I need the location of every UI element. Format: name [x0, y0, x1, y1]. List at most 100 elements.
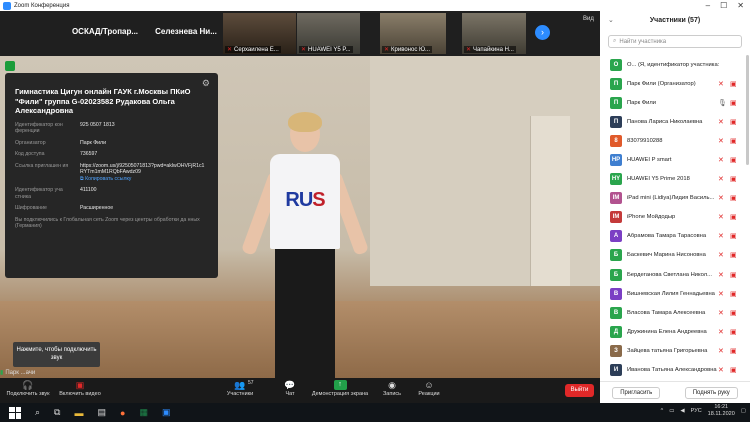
participants-count: 57	[248, 380, 254, 386]
leave-meeting-button[interactable]: Выйти	[565, 384, 594, 397]
strip-tile[interactable]: ✕ Кривонос Ю...	[380, 13, 446, 54]
avatar: HY	[610, 173, 622, 186]
participant-row[interactable]: П Парк Фили (Организатор) ✕ ▣	[600, 74, 745, 93]
strip-tile[interactable]: ✕ Серхаилена Е...	[223, 13, 296, 54]
muted-mic-icon: ✕	[718, 271, 724, 279]
video-off-icon: ▣	[75, 380, 85, 390]
zoom-taskbar-icon[interactable]: ▣	[162, 407, 171, 418]
firefox-icon[interactable]: ●	[120, 408, 125, 418]
avatar: П	[610, 96, 622, 109]
participant-row[interactable]: 8 83079910288 ✕ ▣	[600, 131, 745, 150]
meeting-info-popup: ⚙ Гимнастика Цигун онлайн ГАУК г.Москвы …	[5, 73, 218, 278]
avatar: А	[610, 230, 622, 243]
participants-panel: ⌄ Участники (57) ⌕ Найти участника О О... (…	[600, 11, 750, 403]
participant-search-input[interactable]: ⌕ Найти участника	[608, 35, 742, 48]
chevron-up-icon[interactable]: ^	[661, 408, 664, 414]
explorer-icon[interactable]: ▬	[74, 408, 83, 418]
tile-name: ✕ Серхаилена Е...	[225, 46, 281, 53]
next-page-button[interactable]: ›	[535, 25, 550, 40]
video-off-icon: ▣	[730, 347, 737, 355]
participant-name: Вишневская Лилия Геннадьевна	[627, 290, 715, 297]
participant-row[interactable]: Д Дружинина Елена Андреевна ✕ ▣	[600, 322, 745, 341]
participant-row[interactable]: В Власова Тамара Алексеевна ✕ ▣	[600, 303, 745, 322]
minimize-icon[interactable]: –	[706, 1, 710, 10]
video-off-icon: ▣	[730, 271, 737, 279]
participant-row[interactable]: А Абрамова Тамара Тарасовна ✕ ▣	[600, 227, 745, 246]
chat-button[interactable]: 💬 Чат	[280, 380, 300, 397]
panel-footer: Пригласить Поднять руку	[600, 381, 750, 403]
video-off-icon: ▣	[730, 137, 737, 145]
chat-icon: 💬	[284, 380, 296, 390]
zoom-logo-icon	[3, 1, 11, 10]
avatar: П	[610, 77, 622, 90]
strip-tile[interactable]: ✕ Чапайкина Н...	[462, 13, 526, 54]
record-button[interactable]: ◉ Запись	[380, 380, 404, 397]
speaker-person: RUS	[240, 112, 370, 379]
strip-tile[interactable]: ОСКАД/Тропар...	[60, 13, 150, 54]
participant-row[interactable]: Б Баскевич Марина Нисоновна ✕ ▣	[600, 246, 745, 265]
muted-mic-icon: ✕	[718, 347, 724, 355]
participant-row[interactable]: Б Бердеганова Светлана Никол... ✕ ▣	[600, 265, 745, 284]
muted-mic-icon: ✕	[227, 47, 233, 53]
video-off-icon: ▣	[730, 99, 737, 107]
participant-name: Абрамова Тамара Тарасовна	[627, 233, 707, 240]
language-indicator[interactable]: РУС	[691, 408, 702, 414]
view-menu[interactable]: Вид	[583, 16, 594, 22]
store-icon[interactable]: ▤	[97, 407, 106, 418]
gear-icon[interactable]: ⚙	[202, 78, 210, 89]
participant-name: Иванова Татьяна Александровна	[627, 367, 717, 374]
maximize-icon[interactable]: ☐	[720, 1, 727, 10]
strip-tile[interactable]: Селезнева Ни...	[150, 13, 222, 54]
copy-link-button[interactable]: ⧉ Копировать ссылку	[80, 176, 131, 182]
muted-mic-icon: ✕	[718, 118, 724, 126]
close-icon[interactable]: ✕	[737, 1, 744, 10]
chevron-down-icon[interactable]: ⌄	[608, 11, 614, 31]
volume-icon[interactable]: ◀	[680, 408, 684, 414]
signal-icon: ▮	[0, 370, 4, 376]
meeting-topic: Гимнастика Цигун онлайн ГАУК г.Москвы ПК…	[15, 87, 191, 115]
participant-row[interactable]: П Парк Фили 🎙 ▣	[600, 93, 745, 112]
join-audio-button[interactable]: 🎧 Подключить звук	[4, 380, 52, 397]
windows-start-icon[interactable]	[9, 406, 21, 419]
participant-row[interactable]: HP HUAWEI P smart ✕ ▣	[600, 150, 745, 169]
notifications-icon[interactable]: ▢	[741, 408, 746, 414]
task-view-icon[interactable]: ⧉	[54, 407, 60, 418]
participant-row[interactable]: В Вишневская Лилия Геннадьевна ✕ ▣	[600, 284, 745, 303]
participant-row[interactable]: IM iPad mini (Lidiya)Лидия Василь... ✕ ▣	[600, 189, 745, 208]
video-strip: ОСКАД/Тропар... Селезнева Ни... ✕ Серхаил…	[0, 11, 600, 56]
avatar: О	[610, 58, 622, 71]
muted-mic-icon: ✕	[718, 176, 724, 184]
invite-link-row: Ссылка приглашен ия https://zoom.us/j/92…	[15, 163, 208, 183]
panel-scrollbar[interactable]	[746, 55, 749, 165]
participant-row[interactable]: IM iPhone Мойдодыр ✕ ▣	[600, 208, 745, 227]
video-off-icon: ▣	[730, 176, 737, 184]
participant-row[interactable]: П Панова Лариса Николаевна ✕ ▣	[600, 112, 745, 131]
muted-mic-icon: ✕	[718, 367, 724, 375]
strip-tile[interactable]: ✕ HUAWEI Y5 P...	[297, 13, 360, 54]
network-icon[interactable]: ▭	[669, 408, 674, 414]
raise-hand-button[interactable]: Поднять руку	[684, 386, 738, 399]
muted-mic-icon: ✕	[466, 47, 472, 53]
share-screen-button[interactable]: ↑ Демонстрация экрана	[309, 380, 371, 397]
start-video-button[interactable]: ▣ Включить видео	[55, 380, 105, 397]
record-icon: ◉	[388, 380, 396, 390]
invite-button[interactable]: Пригласить	[612, 386, 661, 399]
participants-button[interactable]: 👥 57 Участники	[222, 380, 258, 397]
invite-link[interactable]: https://zoom.us/j/92505071813?pwd=aklwOH…	[80, 163, 208, 176]
encryption-shield-icon[interactable]	[5, 61, 15, 71]
clock[interactable]: 16:21 18.11.2020	[708, 404, 735, 418]
participant-row[interactable]: И Иванова Татьяна Александровна ✕ ▣	[600, 361, 745, 380]
participant-row[interactable]: З Зайцева татьяна Григорьевна ✕ ▣	[600, 341, 745, 360]
shirt: RUS	[270, 154, 340, 249]
participant-name: HUAWEI Y5 Prime 2018	[627, 176, 690, 183]
reactions-icon: ☺	[424, 380, 434, 390]
participant-row[interactable]: HY HUAWEI Y5 Prime 2018 ✕ ▣	[600, 170, 745, 189]
excel-icon[interactable]: ▦	[139, 407, 148, 418]
participant-name: Парк Фили	[627, 99, 657, 106]
search-icon[interactable]: ⌕	[35, 407, 40, 418]
participant-row[interactable]: О О... (Я, идентификатор участника: 41110…	[600, 55, 745, 74]
tile-name: ✕ HUAWEI Y5 P...	[299, 46, 353, 53]
video-off-icon: ▣	[730, 118, 737, 126]
reactions-button[interactable]: ☺ Реакции	[417, 380, 441, 397]
participant-name: Баскевич Марина Нисоновна	[627, 252, 706, 259]
